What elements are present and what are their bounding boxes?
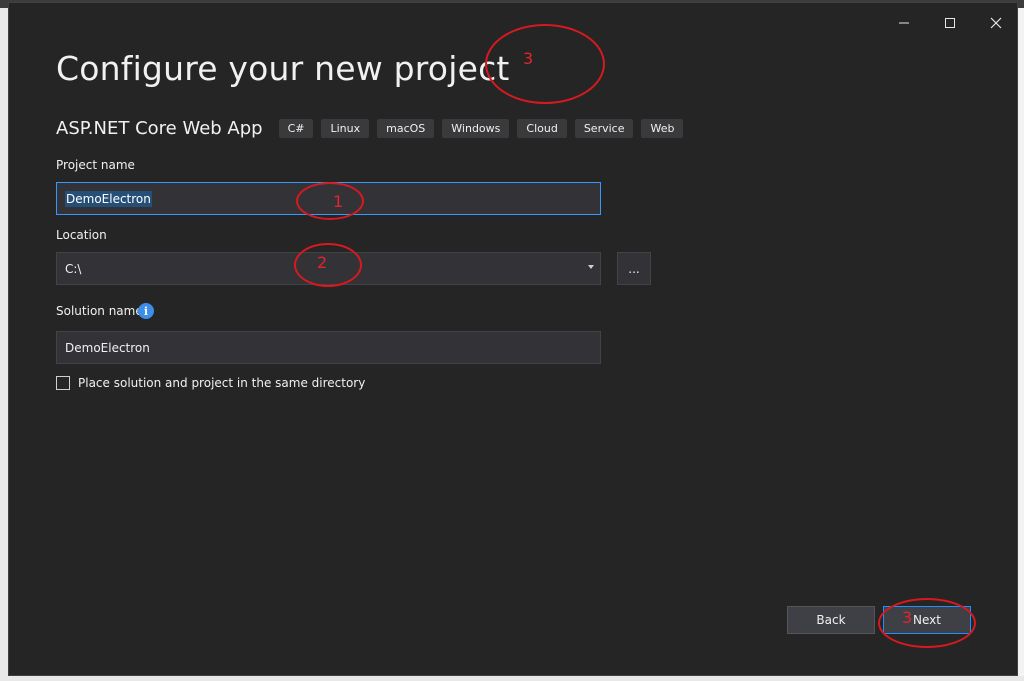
background-page-bottom bbox=[0, 676, 1024, 681]
tag-cloud: Cloud bbox=[517, 118, 567, 138]
tag-linux: Linux bbox=[321, 118, 370, 138]
tag-csharp: C# bbox=[278, 118, 314, 138]
solution-name-value: DemoElectron bbox=[65, 340, 150, 355]
background-page-right bbox=[1018, 8, 1024, 681]
background-page-left bbox=[0, 8, 8, 676]
maximize-button[interactable] bbox=[935, 11, 965, 35]
maximize-icon bbox=[945, 18, 955, 28]
tag-macos: macOS bbox=[377, 118, 435, 138]
same-directory-checkbox[interactable] bbox=[56, 376, 70, 390]
page-title: Configure your new project bbox=[56, 49, 510, 88]
chevron-down-icon[interactable] bbox=[588, 265, 594, 269]
back-button[interactable]: Back bbox=[787, 606, 875, 634]
annotation-circle-next bbox=[878, 598, 976, 648]
tag-windows: Windows bbox=[442, 118, 510, 138]
configure-project-dialog: Configure your new project ASP.NET Core … bbox=[8, 2, 1018, 676]
template-info-row: ASP.NET Core Web App C# Linux macOS Wind… bbox=[56, 116, 691, 140]
project-name-value: DemoElectron bbox=[65, 190, 152, 207]
template-name: ASP.NET Core Web App bbox=[56, 117, 263, 139]
close-icon bbox=[990, 17, 1002, 29]
browse-location-button[interactable]: ... bbox=[617, 252, 651, 285]
project-name-label: Project name bbox=[56, 158, 135, 172]
annotation-circle-location bbox=[294, 243, 362, 287]
annotation-circle-title bbox=[485, 24, 605, 104]
annotation-circle-project bbox=[296, 182, 364, 220]
info-icon[interactable]: i bbox=[138, 303, 154, 319]
tag-service: Service bbox=[574, 118, 634, 138]
annotation-number-project: 1 bbox=[333, 192, 344, 211]
solution-name-label: Solution name bbox=[56, 304, 143, 318]
minimize-button[interactable] bbox=[889, 11, 919, 35]
annotation-number-title: 3 bbox=[523, 49, 534, 68]
annotation-number-location: 2 bbox=[317, 253, 328, 272]
annotation-number-next: 3 bbox=[902, 608, 913, 627]
same-directory-label[interactable]: Place solution and project in the same d… bbox=[78, 376, 365, 390]
minimize-icon bbox=[899, 22, 909, 24]
location-value: C:\ bbox=[65, 261, 82, 276]
location-label: Location bbox=[56, 228, 107, 242]
solution-name-input[interactable]: DemoElectron bbox=[56, 331, 601, 364]
same-directory-option[interactable]: Place solution and project in the same d… bbox=[56, 376, 365, 390]
close-button[interactable] bbox=[981, 11, 1011, 35]
tag-web: Web bbox=[641, 118, 684, 138]
